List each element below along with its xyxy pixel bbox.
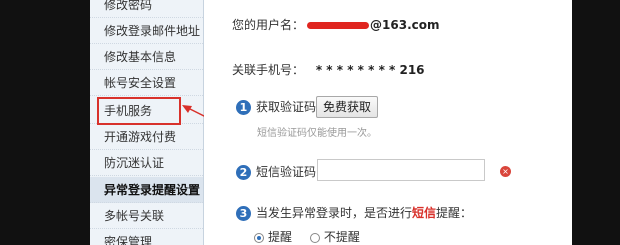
- username-label: 您的用户名：: [232, 18, 305, 32]
- get-code-button[interactable]: 免费获取: [316, 96, 378, 118]
- sms-code-input[interactable]: [317, 159, 485, 181]
- highlight-box: [97, 97, 181, 125]
- step3-number-icon: 3: [236, 206, 251, 221]
- sidebar-item-account-security[interactable]: 帐号安全设置: [90, 70, 203, 96]
- sms-highlight-text: 短信: [412, 206, 437, 220]
- step3-text-end: 提醒：: [436, 206, 473, 220]
- sidebar-item-login-alert[interactable]: 异常登录提醒设置: [90, 177, 203, 203]
- alert-options: 提醒 不提醒: [254, 228, 360, 245]
- sidebar-item-security-question[interactable]: 密保管理: [90, 229, 203, 245]
- step3-text: 当发生异常登录时，是否进行: [256, 206, 413, 220]
- error-icon: ×: [500, 166, 511, 177]
- sidebar-item-multi-account[interactable]: 多帐号关联: [90, 203, 203, 229]
- radio-remind-icon[interactable]: [254, 232, 264, 243]
- step1-number-icon: 1: [236, 100, 251, 115]
- phone-value: * * * * * * * * 216: [315, 63, 425, 77]
- masked-username: [307, 22, 370, 29]
- option-no-remind[interactable]: 不提醒: [309, 230, 360, 244]
- radio-no-remind-icon[interactable]: [309, 232, 320, 243]
- step1-row: 1 获取验证码：: [236, 98, 328, 115]
- phone-row: 关联手机号： * * * * * * * * 216: [232, 61, 425, 78]
- phone-label: 关联手机号：: [232, 63, 305, 77]
- step2-number-icon: 2: [236, 165, 251, 180]
- screenshot-frame: 修改密码 修改登录邮件地址 修改基本信息 帐号安全设置 手机服务 开通游戏付费 …: [0, 0, 620, 245]
- right-dark-border: [572, 0, 620, 245]
- left-dark-border: [0, 0, 90, 245]
- sidebar-item-change-login-email[interactable]: 修改登录邮件地址: [90, 18, 203, 44]
- username-row: 您的用户名： @163.com: [232, 16, 439, 33]
- option-remind[interactable]: 提醒: [254, 230, 292, 244]
- step3-row: 3 当发生异常登录时，是否进行短信提醒：: [236, 204, 472, 221]
- sidebar-item-change-basic-info[interactable]: 修改基本信息: [90, 44, 203, 70]
- sidebar-item-change-password[interactable]: 修改密码: [90, 0, 203, 18]
- sidebar-item-anti-addiction[interactable]: 防沉迷认证: [90, 150, 203, 176]
- code-hint: 短信验证码仅能使用一次。: [257, 128, 377, 139]
- step2-row: 2 短信验证码：: [236, 163, 328, 180]
- username-suffix: @163.com: [370, 18, 440, 32]
